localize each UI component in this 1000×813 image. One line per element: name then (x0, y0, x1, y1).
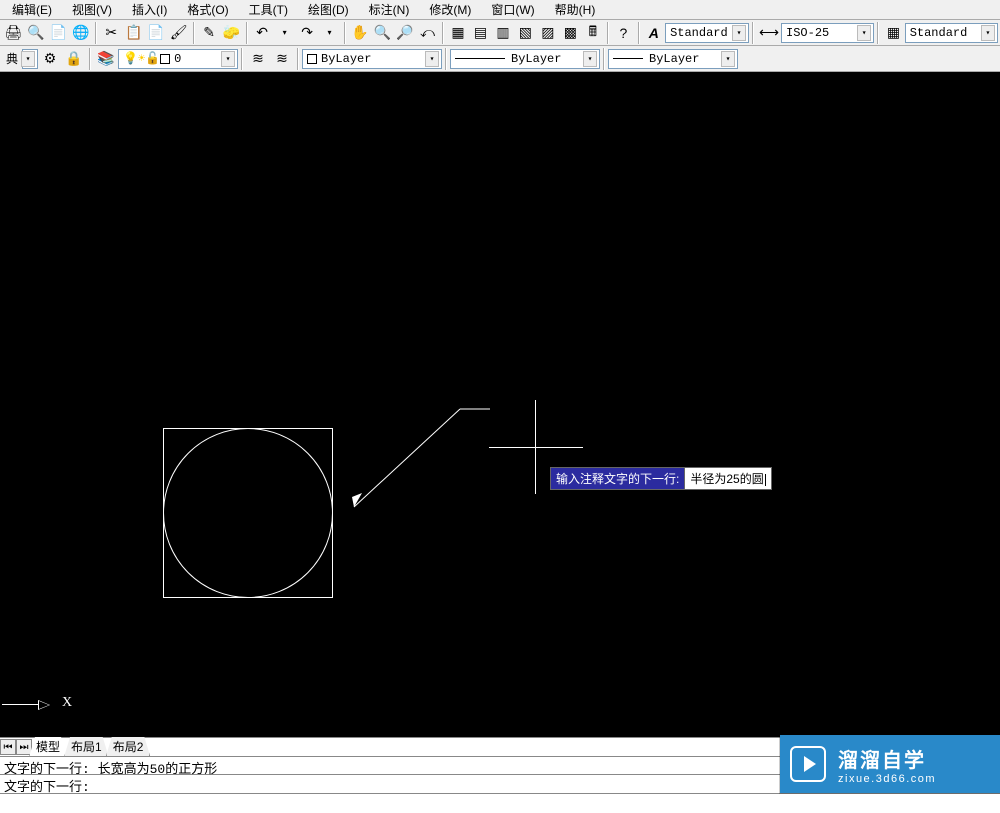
menu-dimension[interactable]: 标注(N) (359, 0, 420, 20)
tab-layout1[interactable]: 布局1 (64, 737, 109, 757)
ucs-x-label: X (62, 695, 72, 711)
publish-icon[interactable]: 📄 (48, 22, 68, 44)
workspace-lock-icon[interactable]: 🔒 (63, 48, 85, 70)
chevron-down-icon: ▾ (732, 25, 746, 41)
workspace-settings-icon[interactable]: ⚙ (39, 48, 61, 70)
linetype-dropdown[interactable]: ByLayer ▾ (450, 49, 600, 69)
redo-icon[interactable]: ↷ (297, 22, 317, 44)
color-swatch (307, 54, 317, 64)
cut-icon[interactable]: ✂ (101, 22, 121, 44)
layer-color-swatch (160, 54, 170, 64)
text-style-icon[interactable]: A (644, 22, 664, 44)
lineweight-value: ByLayer (649, 52, 699, 66)
layer-states-icon[interactable]: ▨ (538, 22, 558, 44)
lock-icon: 🔓 (145, 51, 160, 66)
tab-nav-first[interactable]: ⏮ (0, 739, 16, 755)
leader-line (330, 407, 500, 517)
layer-dropdown[interactable]: 💡 ☀ 🔓 0 ▾ (118, 49, 238, 69)
dim-style-value: ISO-25 (786, 26, 829, 40)
menu-modify[interactable]: 修改(M) (419, 0, 481, 20)
sun-icon: ☀ (138, 51, 145, 66)
layer-uniso-icon[interactable]: ≋ (271, 48, 293, 70)
menu-tools[interactable]: 工具(T) (239, 0, 298, 20)
watermark-url: zixue.3d66.com (838, 773, 936, 785)
menu-insert[interactable]: 插入(I) (122, 0, 177, 20)
help-icon[interactable]: ? (613, 22, 633, 44)
calc-icon[interactable]: 🖩 (583, 22, 603, 44)
linetype-value: ByLayer (511, 52, 561, 66)
text-style-value: Standard (670, 26, 728, 40)
watermark-title: 溜溜自学 (838, 744, 936, 773)
ucs-icon: X (2, 655, 82, 715)
watermark: 溜溜自学 zixue.3d66.com (780, 735, 1000, 793)
dyn-input-field[interactable]: 半径为25的圆 (685, 467, 771, 490)
crosshair-horizontal (489, 447, 583, 448)
chevron-down-icon: ▾ (981, 25, 995, 41)
layer-name: 0 (174, 52, 181, 66)
paste-icon[interactable]: 📄 (146, 22, 166, 44)
bulb-on-icon: 💡 (123, 51, 138, 66)
drawing-area[interactable]: 输入注释文字的下一行: 半径为25的圆 X (0, 72, 1000, 735)
zoom-prev-icon[interactable]: ⤺ (417, 22, 437, 44)
tab-nav-last[interactable]: ⏭ (16, 739, 32, 755)
chevron-down-icon: ▾ (425, 51, 439, 67)
tab-layout2[interactable]: 布局2 (106, 737, 151, 757)
copy-icon[interactable]: 📋 (123, 22, 143, 44)
dynamic-input: 输入注释文字的下一行: 半径为25的圆 (550, 467, 772, 490)
color-value: ByLayer (321, 52, 371, 66)
status-bar-area (0, 793, 1000, 813)
zoom-window-icon[interactable]: 🔎 (395, 22, 415, 44)
standard-toolbar: 🖨 🔍 📄 🌐 ✂ 📋 📄 🖌 ✎ 🧽 ↶ ▾ ↷ ▾ ✋ 🔍 🔎 ⤺ ▦ ▤ … (0, 20, 1000, 46)
lineweight-sample (613, 58, 643, 59)
menu-view[interactable]: 视图(V) (62, 0, 122, 20)
menu-format[interactable]: 格式(O) (177, 0, 238, 20)
design-center-icon[interactable]: ▦ (448, 22, 468, 44)
circle-entity (163, 428, 333, 598)
chevron-down-icon: ▾ (21, 51, 35, 67)
brush-icon[interactable]: ✎ (199, 22, 219, 44)
undo-icon[interactable]: ↶ (252, 22, 272, 44)
menu-draw[interactable]: 绘图(D) (298, 0, 359, 20)
dim-style-icon[interactable]: ⟷ (758, 22, 780, 44)
match-icon[interactable]: 🖌 (168, 22, 188, 44)
undo-dropdown-icon[interactable]: ▾ (274, 22, 294, 44)
layer-iso-icon[interactable]: ≋ (247, 48, 269, 70)
pan-icon[interactable]: ✋ (350, 22, 370, 44)
workspace-dropdown[interactable]: ▾ (22, 49, 38, 69)
menu-window[interactable]: 窗口(W) (481, 0, 544, 20)
tool-palette-icon[interactable]: ▤ (470, 22, 490, 44)
zoom-rt-icon[interactable]: 🔍 (372, 22, 392, 44)
menu-bar: 编辑(E) 视图(V) 插入(I) 格式(O) 工具(T) 绘图(D) 标注(N… (0, 0, 1000, 20)
globe-icon[interactable]: 🌐 (70, 22, 90, 44)
qcalc-icon[interactable]: ▩ (560, 22, 580, 44)
play-icon (790, 746, 826, 782)
linetype-sample (455, 58, 505, 59)
sheet-set-icon[interactable]: ▥ (493, 22, 513, 44)
eraser-icon[interactable]: 🧽 (221, 22, 241, 44)
table-style-dropdown[interactable]: Standard ▾ (905, 23, 998, 43)
chevron-down-icon: ▾ (721, 51, 735, 67)
lineweight-dropdown[interactable]: ByLayer ▾ (608, 49, 738, 69)
text-style-dropdown[interactable]: Standard ▾ (665, 23, 749, 43)
table-style-value: Standard (910, 26, 968, 40)
menu-help[interactable]: 帮助(H) (545, 0, 606, 20)
dim-style-dropdown[interactable]: ISO-25 ▾ (781, 23, 874, 43)
properties-toolbar: 典 ▾ ⚙ 🔒 📚 💡 ☀ 🔓 0 ▾ ≋ ≋ ByLayer ▾ ByLaye… (0, 46, 1000, 72)
table-style-icon[interactable]: ▦ (883, 22, 903, 44)
tab-model[interactable]: 模型 (29, 737, 67, 757)
dyn-prompt-label: 输入注释文字的下一行: (550, 467, 685, 490)
print-icon[interactable]: 🖨 (3, 22, 23, 44)
chevron-down-icon: ▾ (857, 25, 871, 41)
markup-icon[interactable]: ▧ (515, 22, 535, 44)
layer-manager-icon[interactable]: 📚 (95, 48, 117, 70)
chevron-down-icon: ▾ (583, 51, 597, 67)
chevron-down-icon: ▾ (221, 51, 235, 67)
preview-icon[interactable]: 🔍 (25, 22, 45, 44)
color-dropdown[interactable]: ByLayer ▾ (302, 49, 442, 69)
menu-edit[interactable]: 编辑(E) (2, 0, 62, 20)
workspace-label: 典 (2, 50, 22, 67)
redo-dropdown-icon[interactable]: ▾ (319, 22, 339, 44)
